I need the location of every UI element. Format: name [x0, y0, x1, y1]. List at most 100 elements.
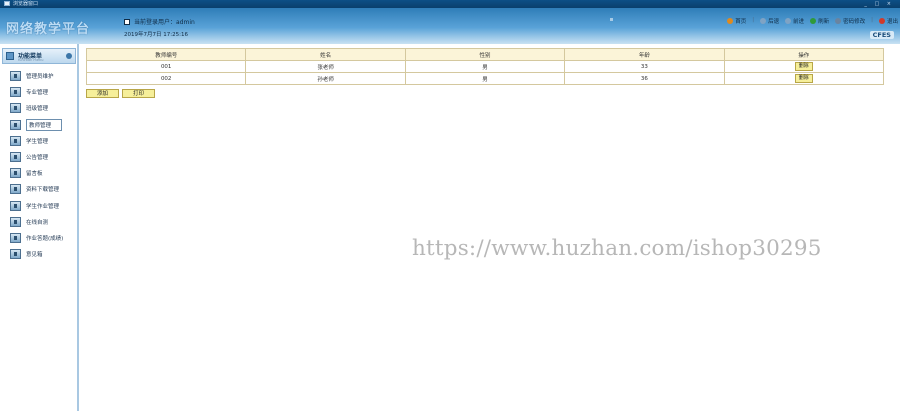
app-header: 网络教学平台 当前登录用户：admin 2019年7月7日 17:25:16 首…: [0, 8, 900, 44]
change-password-label: 密码修改: [843, 19, 866, 25]
forward-icon: [785, 18, 792, 24]
sidebar-item-teacher[interactable]: 教师管理: [10, 118, 74, 131]
forward-link-label: 前进: [793, 19, 805, 25]
sidebar-item-label: 学生管理: [26, 138, 49, 145]
current-user-line: 当前登录用户：admin: [124, 17, 195, 26]
collapse-toggle-icon[interactable]: [66, 53, 72, 59]
app-logo: 网络教学平台: [6, 22, 91, 37]
back-icon: [760, 18, 767, 24]
sidebar-header: 功能菜单 function menu: [2, 48, 76, 64]
menu-icon: [6, 52, 14, 60]
cell-age: 36: [564, 72, 725, 85]
header-separator: |: [871, 17, 873, 23]
sidebar-item-class[interactable]: 班级管理: [10, 102, 74, 114]
cell-gender: 男: [404, 72, 566, 85]
folder-icon: [10, 184, 21, 195]
logout-link[interactable]: 退出: [878, 17, 898, 25]
back-link-label: 后退: [768, 19, 780, 25]
table-actions: 添加 打印: [86, 89, 884, 98]
header-dot: [610, 18, 613, 21]
refresh-link-label: 刷新: [818, 19, 830, 25]
change-password-link[interactable]: 密码修改: [835, 17, 865, 25]
sidebar-item-label: 在线自测: [26, 219, 49, 226]
delete-button[interactable]: 删除: [794, 74, 813, 83]
column-header-gender: 性别: [404, 48, 566, 61]
teacher-table: 教师编号 姓名 性别 年龄 操作 001 张老师 男 33 删除 002 孙老师…: [85, 48, 885, 85]
current-user-label: 当前登录用户：admin: [134, 19, 195, 26]
sidebar-item-label: 管理员维护: [26, 74, 54, 80]
column-header-id: 教师编号: [85, 48, 247, 61]
logout-link-label: 退出: [886, 19, 898, 25]
main-content: 教师编号 姓名 性别 年龄 操作 001 张老师 男 33 删除 002 孙老师…: [85, 48, 885, 98]
header-separator: |: [752, 17, 755, 23]
cell-name: 孙老师: [245, 72, 406, 85]
sidebar: 功能菜单 function menu 管理员维护 专业管理 班级管理 教师管理 …: [0, 44, 79, 411]
sidebar-item-label: 公告管理: [26, 154, 49, 161]
sidebar-item-student[interactable]: 学生管理: [10, 135, 74, 147]
folder-icon: [10, 249, 21, 260]
folder-icon: [10, 200, 21, 211]
folder-icon: [10, 168, 21, 179]
cfes-badge: CFES: [869, 31, 894, 39]
sidebar-item-label: 专业管理: [26, 90, 49, 97]
watermark-text: https://www.huzhan.com/ishop30295: [412, 236, 822, 261]
add-button[interactable]: 添加: [86, 89, 119, 98]
sidebar-item-label: 作业答题(成绩): [26, 235, 64, 242]
delete-button[interactable]: 删除: [794, 62, 813, 71]
user-checkbox-icon: [124, 18, 130, 25]
back-link[interactable]: 后退: [760, 17, 779, 25]
forward-link[interactable]: 前进: [785, 17, 804, 25]
sidebar-item-homework[interactable]: 学生作业管理: [10, 200, 74, 212]
refresh-link[interactable]: 刷新: [810, 17, 829, 25]
folder-icon: [10, 71, 21, 81]
sidebar-item-major[interactable]: 专业管理: [10, 86, 74, 98]
sidebar-item-admin[interactable]: 管理员维护: [10, 70, 74, 82]
sidebar-item-download[interactable]: 资料下载管理: [10, 183, 74, 195]
key-icon: [835, 18, 842, 24]
cell-age: 33: [564, 60, 725, 73]
column-header-action: 操作: [723, 48, 885, 61]
header-links: 首页 | 后退 前进 刷新 密码修改 | 退出: [727, 17, 898, 25]
home-icon: [727, 18, 734, 24]
sidebar-item-notice[interactable]: 公告管理: [10, 151, 74, 163]
sidebar-item-selftest[interactable]: 在线自测: [10, 216, 74, 228]
cell-action: 删除: [723, 72, 885, 85]
folder-icon: [10, 232, 21, 243]
table-row: 001 张老师 男 33 删除: [85, 60, 885, 73]
folder-icon: [10, 151, 21, 162]
cell-name: 张老师: [245, 60, 406, 73]
folder-icon: [10, 135, 21, 146]
home-link[interactable]: 首页: [727, 17, 746, 25]
folder-icon: [10, 119, 21, 130]
sidebar-subtitle: function menu: [18, 58, 44, 62]
sidebar-item-label: 教师管理: [26, 118, 63, 131]
cell-action: 删除: [723, 60, 885, 73]
window-title: 浏览器窗口: [13, 1, 39, 7]
table-header-row: 教师编号 姓名 性别 年龄 操作: [85, 48, 885, 61]
window-icon: [4, 1, 10, 6]
folder-icon: [10, 103, 21, 114]
cell-id: 001: [85, 60, 247, 73]
sidebar-item-label: 留言板: [26, 171, 43, 178]
current-date: 2019年7月7日 17:25:16: [124, 32, 188, 38]
window-titlebar: 浏览器窗口 _ □ ×: [0, 0, 900, 8]
sidebar-item-message[interactable]: 留言板: [10, 167, 74, 179]
sidebar-item-label: 资料下载管理: [26, 187, 60, 194]
print-button[interactable]: 打印: [122, 89, 155, 98]
sidebar-item-label: 班级管理: [26, 106, 49, 113]
home-link-label: 首页: [735, 19, 747, 25]
folder-icon: [10, 216, 21, 227]
folder-icon: [10, 87, 21, 98]
window-controls[interactable]: _ □ ×: [864, 0, 894, 8]
sidebar-item-grades[interactable]: 作业答题(成绩): [10, 232, 74, 244]
sidebar-menu: 管理员维护 专业管理 班级管理 教师管理 学生管理 公告管理 留言板 资料下载管…: [10, 70, 74, 264]
sidebar-item-feedback[interactable]: 意见箱: [10, 248, 74, 260]
cell-id: 002: [85, 72, 247, 85]
refresh-icon: [810, 18, 817, 24]
sidebar-item-label: 意见箱: [26, 252, 43, 259]
table-row: 002 孙老师 男 36 删除: [85, 72, 885, 85]
cell-gender: 男: [404, 60, 566, 73]
sidebar-item-label: 学生作业管理: [26, 203, 60, 210]
column-header-name: 姓名: [245, 48, 406, 61]
logout-icon: [878, 18, 885, 24]
